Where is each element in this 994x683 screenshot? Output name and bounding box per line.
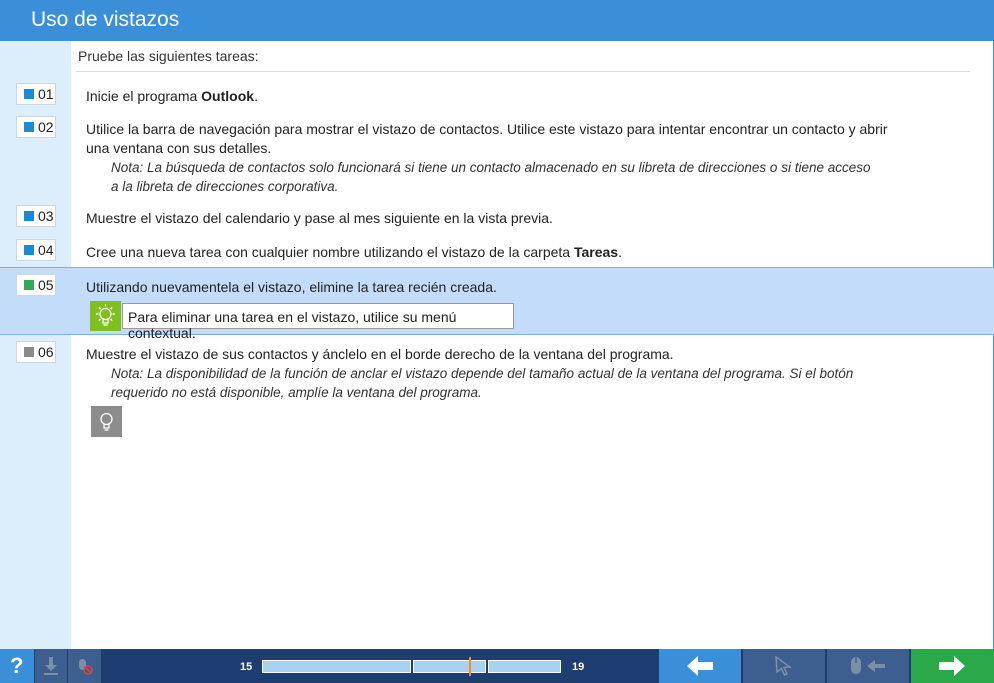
task-number-badge[interactable]: 03: [16, 205, 56, 227]
bottom-toolbar: ? 15 19: [0, 649, 994, 683]
task-05: 05 Utilizando nuevamentela el vistazo, e…: [0, 267, 994, 341]
lightbulb-icon[interactable]: [90, 301, 121, 331]
lightbulb-icon[interactable]: [91, 406, 122, 437]
title-bar: Uso de vistazos: [0, 0, 994, 41]
task-02: 02 Utilice la barra de navegación para m…: [0, 116, 994, 198]
mouse-next-button[interactable]: [827, 649, 909, 683]
no-mouse-icon: [76, 656, 94, 681]
download-button[interactable]: [35, 649, 67, 683]
task-text: Cree una nueva tarea con cualquier nombr…: [86, 244, 622, 260]
task-03: 03 Muestre el vistazo del calendario y p…: [0, 205, 994, 231]
intro-divider: [76, 71, 970, 72]
progress-segment: [413, 660, 486, 673]
task-note-line-2: a la libreta de direcciones corporativa.: [111, 179, 339, 194]
gray-square-icon: [24, 347, 34, 357]
task-text: Inicie el programa Outlook.: [86, 88, 258, 104]
task-text: Utilizando nuevamentela el vistazo, elim…: [86, 279, 497, 295]
task-number-badge[interactable]: 04: [16, 239, 56, 261]
task-number-badge[interactable]: 01: [16, 83, 56, 105]
back-arrow-icon: [687, 656, 713, 681]
task-note-line-1: Nota: La búsqueda de contactos solo func…: [111, 160, 871, 175]
blue-square-icon: [24, 245, 34, 255]
task-text-line-1: Utilice la barra de navegación para most…: [86, 121, 888, 137]
help-button[interactable]: ?: [0, 649, 34, 683]
hint: Para eliminar una tarea en el vistazo, u…: [90, 301, 514, 341]
task-note-line-2: requerido no está disponible, amplíe la …: [111, 385, 482, 400]
task-01: 01 Inicie el programa Outlook.: [0, 83, 994, 109]
next-button[interactable]: [911, 649, 994, 683]
task-text-line-2: una ventana con sus detalles.: [86, 140, 272, 156]
next-arrow-icon: [939, 656, 965, 681]
no-mouse-button[interactable]: [68, 649, 101, 683]
task-text: Muestre el vistazo de sus contactos y án…: [86, 346, 674, 362]
cursor-button[interactable]: [743, 649, 825, 683]
progress-marker: [469, 657, 471, 676]
task-06: 06 Muestre el vistazo de sus contactos y…: [0, 341, 994, 441]
progress-segment: [488, 660, 561, 673]
progress-segment: [262, 660, 411, 673]
hint-text: Para eliminar una tarea en el vistazo, u…: [122, 303, 514, 341]
green-square-icon: [24, 280, 34, 290]
task-number-badge[interactable]: 06: [16, 341, 56, 363]
task-04: 04 Cree una nueva tarea con cualquier no…: [0, 239, 994, 265]
mouse-arrow-icon: [849, 656, 887, 681]
window-title: Uso de vistazos: [31, 8, 180, 31]
progress-start: 15: [240, 661, 253, 673]
task-text: Muestre el vistazo del calendario y pase…: [86, 210, 553, 226]
blue-square-icon: [24, 122, 34, 132]
download-icon: [43, 656, 59, 681]
intro-text: Pruebe las siguientes tareas:: [78, 48, 259, 64]
blue-square-icon: [24, 211, 34, 221]
task-note-line-1: Nota: La disponibilidad de la función de…: [111, 366, 854, 381]
help-label: ?: [10, 653, 24, 678]
back-button[interactable]: [659, 649, 741, 683]
blue-square-icon: [24, 89, 34, 99]
task-number-badge[interactable]: 05: [16, 274, 56, 296]
cursor-icon: [773, 655, 795, 682]
task-number-badge[interactable]: 02: [16, 116, 56, 138]
progress-end: 19: [572, 661, 585, 673]
